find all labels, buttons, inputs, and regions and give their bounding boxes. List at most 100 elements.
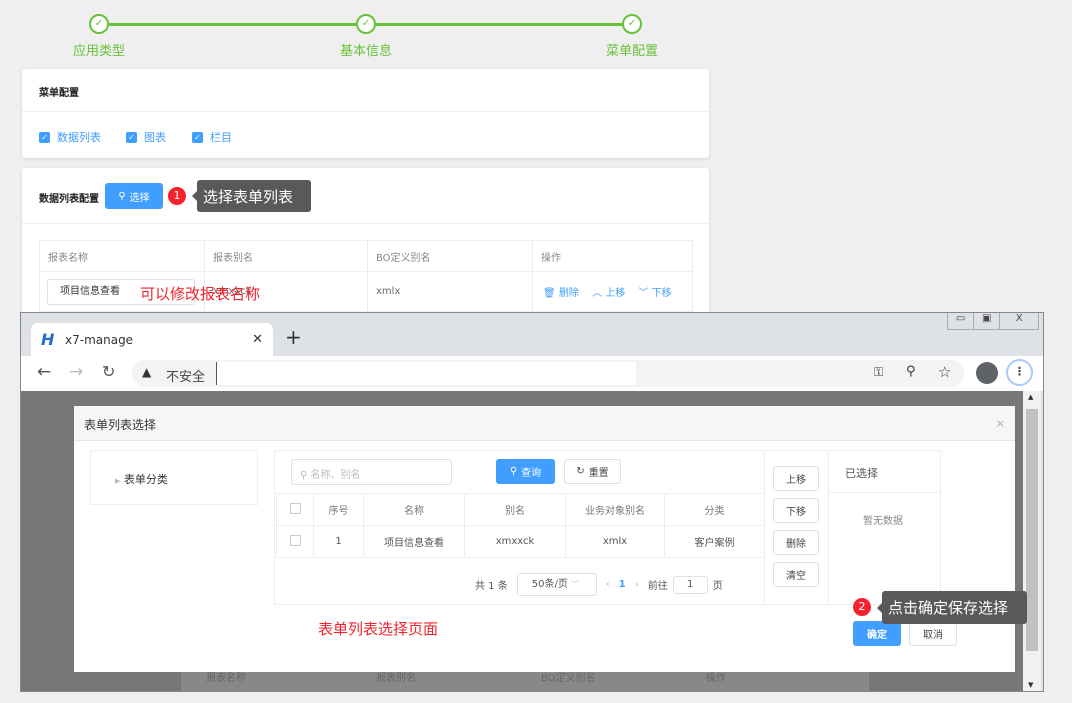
cell-alias: xmxxck [464, 525, 566, 558]
annotation-badge-2: 2 [853, 598, 871, 616]
reload-icon[interactable]: ↻ [102, 362, 115, 381]
url-input[interactable] [216, 362, 636, 385]
column-header: 报表名称 [206, 673, 246, 684]
close-window-button[interactable]: X [1000, 313, 1038, 329]
annotation-tooltip-2: 点击确定保存选择 [877, 591, 1027, 624]
search-icon: ⚲ [300, 470, 308, 481]
check-icon: ✓ [192, 131, 203, 143]
goto-page-input[interactable]: 1 [672, 575, 708, 594]
card-title: 菜单配置 [39, 88, 79, 99]
move-up-button[interactable]: 上移 [773, 466, 819, 491]
select-button[interactable]: ⚲ 选择 [105, 183, 163, 209]
next-page-icon[interactable]: › [635, 579, 639, 590]
checkbox-chart[interactable]: ✓ 图表 [126, 129, 166, 145]
page-suffix: 页 [712, 581, 723, 592]
column-header: 操作 [532, 240, 693, 272]
select-all-checkbox[interactable] [289, 502, 301, 514]
scrollbar-thumb[interactable] [1026, 409, 1038, 651]
warning-icon: ▲ [142, 365, 152, 379]
browser-tab[interactable]: H x7-manage ✕ [31, 323, 273, 356]
minimize-button[interactable]: ▭ [948, 313, 975, 329]
page-size-select[interactable]: 50条/页 ﹀ [516, 573, 597, 596]
prev-page-icon[interactable]: ‹ [606, 579, 610, 590]
bo-alias: xmlx [367, 271, 533, 312]
checkbox-label: 图表 [144, 131, 166, 144]
back-icon[interactable]: ← [37, 362, 51, 382]
search-icon: ⚲ [509, 466, 518, 477]
address-bar[interactable]: ▲ 不安全 ⚿ ⚲ ☆ [132, 360, 964, 387]
step-label: 应用类型 [72, 44, 125, 59]
check-icon: ✓ [126, 131, 137, 143]
step-check-icon: ✓ [622, 14, 642, 34]
column-header: BO定义别名 [367, 240, 533, 272]
reset-button[interactable]: ↻ 重置 [564, 459, 621, 484]
dialog-title: 表单列表选择 [84, 418, 157, 432]
cell-index: 1 [313, 525, 364, 558]
query-button[interactable]: ⚲ 查询 [496, 459, 555, 484]
chevron-down-icon: ﹀ [571, 580, 580, 589]
zoom-icon[interactable]: ⚲ [906, 364, 916, 379]
cancel-button[interactable]: 取消 [909, 621, 957, 646]
security-text: 不安全 [166, 370, 206, 385]
cell-bo-alias: xmlx [565, 525, 665, 558]
goto-label: 前往 [647, 581, 668, 592]
close-dialog-icon[interactable]: × [996, 417, 1005, 430]
report-table: 报表名称 报表别名 BO定义别名 操作 项目信息查看 xmxxck xmlx 🗑… [39, 240, 693, 312]
profile-avatar-icon[interactable] [976, 362, 998, 384]
divider [22, 111, 709, 112]
divider [829, 492, 940, 493]
column-header: 别名 [464, 493, 566, 526]
row-checkbox[interactable] [289, 534, 301, 546]
annotation-page: 表单列表选择页面 [318, 620, 439, 638]
card-title: 数据列表配置 [39, 194, 99, 205]
scrollbar[interactable]: ▲ ▼ [1023, 391, 1041, 691]
form-list-table: 序号 名称 别名 业务对象别名 分类 1 项目信息查看 xmxxck xmlx … [276, 493, 765, 558]
annotation-badge-1: 1 [168, 187, 186, 205]
dialog-header: 表单列表选择 × [74, 406, 1015, 441]
checkbox-data-list[interactable]: ✓ 数据列表 [39, 129, 101, 145]
current-page[interactable]: 1 [619, 579, 626, 590]
column-header: BO定义别名 [541, 673, 596, 684]
move-down-link[interactable]: ﹀ 下移 [638, 288, 671, 299]
cell-category: 客户案例 [664, 525, 765, 558]
scroll-up-icon[interactable]: ▲ [1028, 393, 1033, 401]
annotation-edit-name: 可以修改报表名称 [140, 285, 261, 303]
refresh-icon: ↻ [576, 466, 585, 477]
category-tree: ▶ 表单分类 [90, 450, 258, 505]
empty-text: 暂无数据 [863, 516, 903, 527]
delete-link[interactable]: 🗑 删除 [543, 288, 579, 299]
key-icon[interactable]: ⚿ [874, 365, 883, 380]
move-up-link[interactable]: ︿ 上移 [592, 288, 625, 299]
confirm-button[interactable]: 确定 [853, 621, 901, 646]
scroll-down-icon[interactable]: ▼ [1028, 681, 1033, 689]
divider [764, 451, 765, 604]
table-row[interactable]: 1 项目信息查看 xmxxck xmlx 客户案例 [276, 525, 765, 558]
pagination: 共 1 条 50条/页 ﹀ ‹ 1 › 前往 1 页 [475, 573, 723, 596]
search-input[interactable]: ⚲ 名称、别名 [291, 459, 452, 485]
column-header: 操作 [706, 673, 726, 684]
delete-button[interactable]: 删除 [773, 530, 819, 555]
checkbox-column[interactable]: ✓ 栏目 [192, 129, 232, 145]
tab-title: x7-manage [65, 332, 134, 347]
move-down-button[interactable]: 下移 [773, 498, 819, 523]
toolbar: ← → ↻ ▲ 不安全 ⚿ ⚲ ☆ ⋮ [21, 356, 1043, 391]
new-tab-button[interactable]: + [285, 325, 302, 349]
step-check-icon: ✓ [356, 14, 376, 34]
tree-node-form-category[interactable]: ▶ 表单分类 [115, 471, 168, 487]
cell-name: 项目信息查看 [363, 525, 465, 558]
forward-icon[interactable]: → [69, 362, 83, 382]
check-icon: ✓ [39, 131, 50, 143]
data-list-config-card: 数据列表配置 ⚲ 选择 报表名称 报表别名 BO定义别名 操作 项目信息查看 xm… [22, 168, 709, 328]
divider [22, 223, 709, 224]
menu-kebab-icon[interactable]: ⋮ [1006, 359, 1033, 386]
column-header: 报表别名 [204, 240, 368, 272]
maximize-button[interactable]: ▣ [974, 313, 1001, 329]
bookmark-star-icon[interactable]: ☆ [938, 363, 951, 381]
clear-button[interactable]: 清空 [773, 562, 819, 587]
column-header: 业务对象别名 [565, 493, 665, 526]
selected-title: 已选择 [845, 467, 878, 480]
table-row: 项目信息查看 xmxxck xmlx 🗑 删除 ︿ 上移 ﹀ 下移 [39, 271, 693, 312]
checkbox-label: 栏目 [210, 131, 232, 144]
close-tab-icon[interactable]: ✕ [252, 332, 263, 347]
checkbox-label: 数据列表 [57, 131, 101, 144]
